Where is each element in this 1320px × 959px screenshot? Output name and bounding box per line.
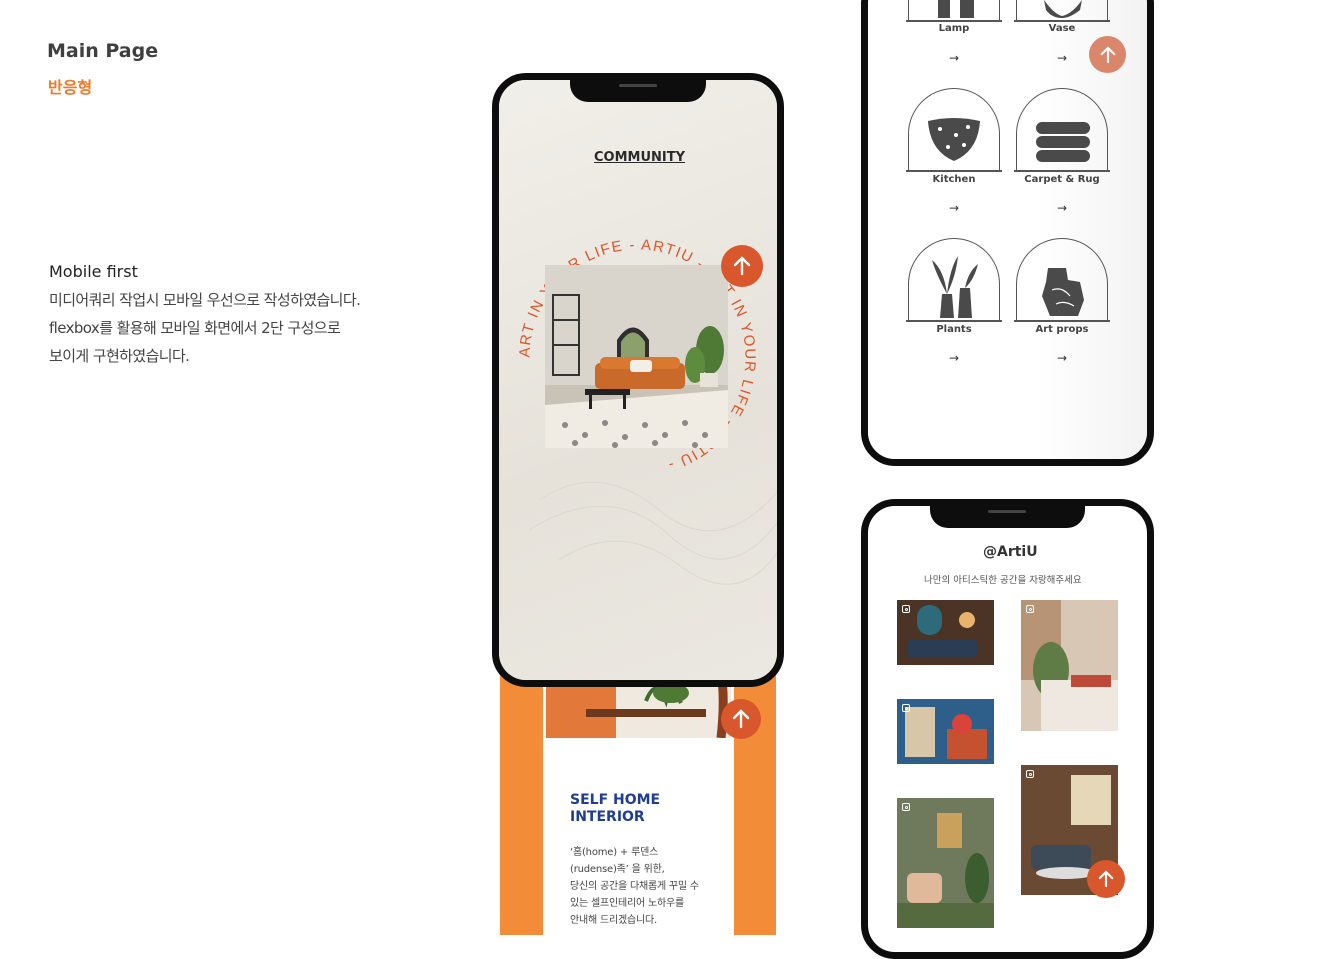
card-text-line: 안내해 드리겠습니다. xyxy=(570,915,657,926)
card-title: SELF HOME INTERIOR xyxy=(570,792,661,825)
art-props-icon xyxy=(1042,268,1084,316)
arrow-right-icon[interactable]: → xyxy=(944,351,964,365)
gallery-photo[interactable] xyxy=(897,798,994,928)
arrow-right-icon[interactable]: → xyxy=(1052,351,1072,365)
rug-icon xyxy=(1036,122,1090,162)
scroll-top-button[interactable] xyxy=(1089,36,1126,73)
arrow-right-icon[interactable]: → xyxy=(1052,51,1072,65)
divider xyxy=(1014,20,1110,22)
arrow-up-icon xyxy=(1100,45,1115,63)
arrow-up-icon xyxy=(733,256,751,276)
arrow-right-icon[interactable]: → xyxy=(944,51,964,65)
gallery-subtitle: 나만의 아티스틱한 공간을 자랑해주세요 xyxy=(924,575,1082,586)
gallery-photo[interactable] xyxy=(1021,600,1118,731)
scroll-top-button[interactable] xyxy=(721,699,761,739)
instagram-icon xyxy=(902,704,910,712)
divider xyxy=(906,320,1002,322)
card-text-line: (rudense)족’ 을 위한, xyxy=(570,864,665,875)
phone-notch xyxy=(930,506,1085,528)
plants-icon xyxy=(932,256,978,318)
phone-speaker xyxy=(988,510,1026,513)
card-text-line: 있는 셀프인테리어 노하우를 xyxy=(570,898,684,909)
gallery-photo[interactable] xyxy=(897,600,994,665)
divider xyxy=(1014,320,1110,322)
vase-icon xyxy=(1044,0,1082,18)
phone-notch xyxy=(570,80,706,102)
lamp-icon xyxy=(938,0,974,18)
category-label[interactable]: Art props xyxy=(1007,324,1117,335)
description-line: 미디어쿼리 작업시 모바일 우선으로 작성하였습니다. xyxy=(49,291,361,309)
category-label[interactable]: Lamp xyxy=(899,23,1009,34)
instagram-icon xyxy=(902,803,910,811)
description-line: flexbox를 활용해 모바일 화면에서 2단 구성으로 xyxy=(49,319,341,337)
living-room-photo xyxy=(545,265,728,448)
divider xyxy=(906,20,1002,22)
category-label[interactable]: Vase xyxy=(1007,23,1117,34)
category-label[interactable]: Plants xyxy=(899,324,1009,335)
instagram-icon xyxy=(1026,605,1034,613)
card-text-line: ‘홈(home) + 루덴스 xyxy=(570,847,659,858)
divider xyxy=(906,170,1002,172)
divider xyxy=(1014,170,1110,172)
phone-speaker xyxy=(619,84,657,87)
arrow-right-icon[interactable]: → xyxy=(1052,201,1072,215)
kitchen-icon xyxy=(928,118,980,161)
page-title: Main Page xyxy=(47,40,159,62)
gallery-handle: @ArtiU xyxy=(983,544,1038,560)
arrow-up-icon xyxy=(1098,870,1114,888)
arrow-up-icon xyxy=(732,709,750,729)
gallery-photo[interactable] xyxy=(897,699,994,764)
page-subtitle: 반응형 xyxy=(48,78,93,97)
instagram-icon xyxy=(902,605,910,613)
arrow-right-icon[interactable]: → xyxy=(944,201,964,215)
category-label[interactable]: Carpet & Rug xyxy=(1007,174,1117,185)
community-link[interactable]: COMMUNITY xyxy=(594,150,685,165)
scroll-top-button[interactable] xyxy=(721,245,763,287)
description-line: 보이게 구현하였습니다. xyxy=(49,347,190,365)
card-text-line: 당신의 공간을 다채롭게 꾸밀 수 xyxy=(570,881,699,892)
category-label[interactable]: Kitchen xyxy=(899,174,1009,185)
instagram-icon xyxy=(1026,770,1034,778)
section-heading: Mobile first xyxy=(49,262,138,281)
scroll-top-button[interactable] xyxy=(1087,860,1125,898)
